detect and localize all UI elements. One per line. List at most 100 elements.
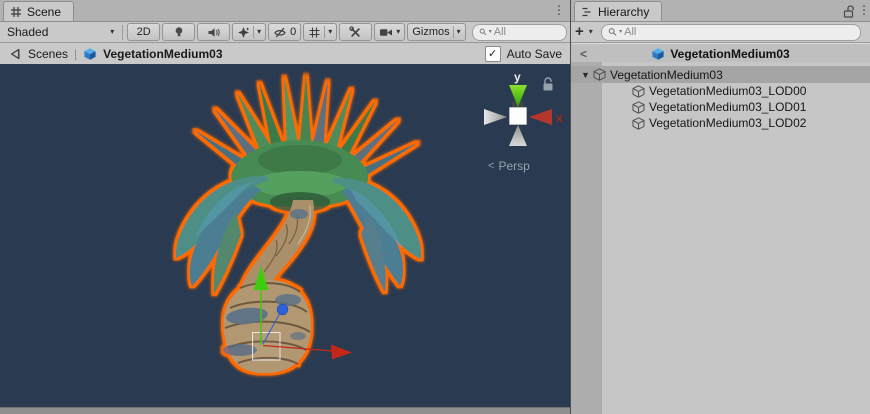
tree-row-root[interactable]: ▼ VegetationMedium03: [571, 66, 870, 83]
scene-breadcrumb-bar: Scenes | VegetationMedium03 ✓ Auto Save: [0, 43, 570, 65]
camera-icon: [379, 26, 393, 39]
lightbulb-icon: [173, 26, 185, 38]
gameobject-cube-icon: [632, 85, 645, 98]
tree-root-label: VegetationMedium03: [610, 68, 723, 82]
scene-effects-toggle[interactable]: ▾: [232, 23, 266, 41]
search-filter-caret-icon: ▾: [489, 29, 492, 35]
scene-panel-menu-icon[interactable]: ⋮: [553, 3, 565, 18]
draw-mode-dropdown[interactable]: Shaded ▾: [3, 24, 118, 41]
prefab-header-name: VegetationMedium03: [670, 47, 789, 61]
scene-orientation-gizmo[interactable]: y x: [484, 70, 563, 146]
axis-y-label: y: [514, 70, 521, 84]
hierarchy-search-input[interactable]: [624, 26, 854, 38]
grid-icon: [308, 26, 321, 39]
move-x-arrow[interactable]: [331, 345, 352, 360]
search-icon: [479, 27, 487, 37]
scene-visibility-toggle[interactable]: 0: [268, 23, 301, 41]
hierarchy-panel: Hierarchy ⋮ + ▾ ▾ <: [570, 0, 870, 414]
tree-row-lod2[interactable]: VegetationMedium03_LOD02: [571, 115, 870, 131]
scene-panel: Scene ⋮ Shaded ▾ 2D: [0, 0, 570, 414]
chevron-down-icon: ▾: [257, 28, 261, 36]
scene-render: y x: [0, 64, 570, 407]
hierarchy-tree: ▼ VegetationMedium03 VegetationMedium03_…: [571, 62, 870, 414]
create-object-button[interactable]: +: [574, 25, 585, 39]
component-tools-button[interactable]: [339, 23, 372, 41]
tree-row-lod1[interactable]: VegetationMedium03_LOD01: [571, 99, 870, 115]
hierarchy-list-icon: [581, 6, 593, 18]
hierarchy-tabbar: Hierarchy ⋮: [571, 0, 870, 22]
scene-viewport[interactable]: y x < Persp: [0, 64, 570, 407]
toolbar-separator: [122, 25, 123, 40]
projection-label: Persp: [498, 159, 529, 173]
tree-row-lod0[interactable]: VegetationMedium03_LOD00: [571, 83, 870, 99]
tab-scene[interactable]: Scene: [3, 1, 74, 21]
selected-tree-model[interactable]: [176, 74, 421, 373]
chevron-down-icon: ▾: [110, 28, 114, 36]
gameobject-cube-icon: [593, 68, 606, 81]
draw-mode-label: Shaded: [7, 25, 110, 39]
axis-y-cone[interactable]: [509, 85, 527, 107]
axis-x-cone[interactable]: [529, 109, 552, 125]
2d-label: 2D: [137, 26, 151, 38]
prefab-cube-icon: [83, 47, 97, 61]
chevron-down-icon: ▾: [396, 28, 400, 36]
hidden-object-count: 0: [290, 26, 296, 38]
breadcrumb-scenes-label[interactable]: Scenes: [28, 47, 68, 61]
2d-toggle-button[interactable]: 2D: [127, 23, 160, 41]
prefab-header-title: VegetationMedium03: [651, 47, 789, 61]
breadcrumb-divider: |: [74, 47, 77, 61]
unity-editor-window: Scene ⋮ Shaded ▾ 2D: [0, 0, 870, 414]
foldout-arrow-icon[interactable]: ▼: [581, 70, 593, 80]
axis-gray-left-cone[interactable]: [484, 109, 507, 125]
window-bottom-edge: [0, 407, 570, 414]
tree-item-label: VegetationMedium03_LOD01: [649, 100, 806, 114]
tools-icon: [349, 26, 362, 39]
auto-save-checkbox[interactable]: ✓: [485, 46, 501, 62]
auto-save-label: Auto Save: [507, 47, 562, 61]
button-divider: [324, 26, 325, 38]
scene-search-input[interactable]: [494, 26, 560, 38]
speaker-icon: [207, 26, 220, 39]
tree-item-label: VegetationMedium03_LOD00: [649, 84, 806, 98]
axis-x-label: x: [556, 111, 563, 125]
check-icon: ✓: [488, 48, 497, 60]
scene-search-field[interactable]: ▾: [472, 24, 567, 41]
camera-settings-dropdown[interactable]: ▾: [374, 23, 405, 41]
hierarchy-panel-menu-icon[interactable]: ⋮: [858, 3, 870, 18]
gameobject-cube-icon: [632, 117, 645, 130]
scene-audio-toggle[interactable]: [197, 23, 230, 41]
scene-tab-grid-icon: [10, 6, 22, 18]
tree-item-label: VegetationMedium03_LOD02: [649, 116, 806, 130]
axis-center-cube[interactable]: [510, 108, 527, 125]
breadcrumb-prefab-name[interactable]: VegetationMedium03: [103, 47, 222, 61]
scene-tabbar: Scene ⋮: [0, 0, 570, 22]
tab-hierarchy-label: Hierarchy: [598, 5, 649, 19]
gizmos-label: Gizmos: [412, 26, 449, 38]
search-icon: [608, 27, 617, 37]
projection-toggle[interactable]: < Persp: [488, 159, 530, 173]
move-z-handle[interactable]: [277, 304, 288, 315]
gizmo-lock-icon[interactable]: [544, 78, 553, 91]
scene-lighting-toggle[interactable]: [162, 23, 195, 41]
scene-toolbar: Shaded ▾ 2D: [0, 22, 570, 43]
exit-prefab-mode-button[interactable]: <: [580, 47, 587, 61]
lock-open-icon[interactable]: [843, 4, 856, 18]
scenes-breadcrumb-icon: [8, 47, 22, 61]
hierarchy-toolbar: + ▾ ▾: [571, 22, 870, 43]
gizmos-dropdown[interactable]: Gizmos ▾: [407, 23, 465, 41]
eye-off-icon: [273, 26, 287, 39]
gameobject-cube-icon: [632, 101, 645, 114]
grid-visibility-dropdown[interactable]: ▾: [303, 23, 337, 41]
persp-marker-icon: <: [488, 160, 494, 172]
create-object-caret-icon[interactable]: ▾: [589, 28, 593, 36]
tab-scene-label: Scene: [27, 5, 61, 19]
button-divider: [453, 26, 454, 38]
hierarchy-search-field[interactable]: ▾: [601, 24, 861, 41]
button-divider: [253, 26, 254, 38]
chevron-down-icon: ▾: [457, 28, 461, 36]
chevron-down-icon: ▾: [328, 28, 332, 36]
effects-star-icon: [237, 26, 250, 39]
axis-gray-bottom-cone[interactable]: [509, 125, 527, 146]
search-filter-caret-icon: ▾: [619, 29, 622, 35]
tab-hierarchy[interactable]: Hierarchy: [574, 1, 662, 21]
